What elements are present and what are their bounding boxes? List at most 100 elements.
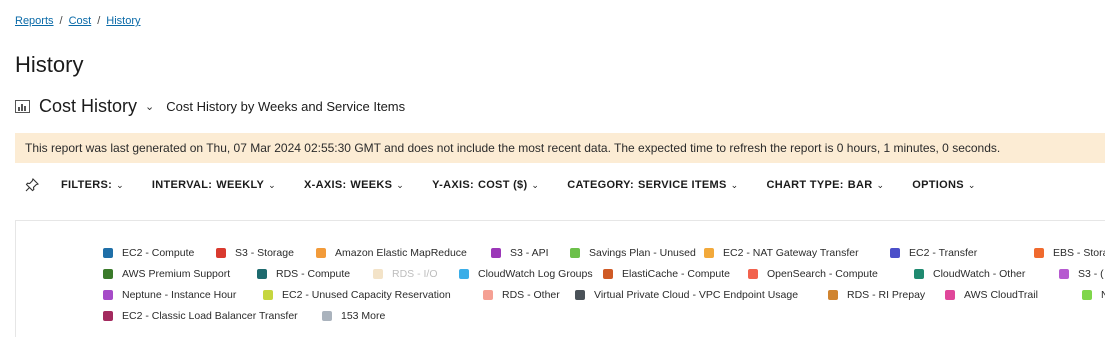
chevron-down-icon: ⌄ <box>268 180 276 190</box>
legend-swatch <box>603 269 613 279</box>
legend-item[interactable]: S3 - ( <box>1059 268 1104 280</box>
breadcrumb-reports-link[interactable]: Reports <box>15 15 54 27</box>
legend-item[interactable]: AWS CloudTrail <box>945 289 1038 301</box>
legend-swatch <box>828 290 838 300</box>
legend-label: Nept <box>1101 289 1105 301</box>
chevron-down-icon: ⌄ <box>730 180 739 190</box>
legend-item[interactable]: EC2 - Transfer <box>890 247 977 259</box>
legend-item[interactable]: CloudWatch - Other <box>914 268 1025 280</box>
page-title: History <box>15 52 84 77</box>
legend-swatch <box>103 248 113 258</box>
legend-swatch <box>1059 269 1069 279</box>
legend-label: RDS - Compute <box>276 268 351 280</box>
legend-swatch <box>914 269 924 279</box>
legend-swatch <box>103 290 113 300</box>
legend-label: RDS - I/O <box>392 268 438 280</box>
legend-swatch <box>216 248 226 258</box>
filter-value: SERVICE ITEMS <box>637 179 727 191</box>
legend-label: S3 - API <box>510 247 549 259</box>
legend-item[interactable]: EC2 - Compute <box>103 247 194 259</box>
bar-chart-icon <box>15 100 30 113</box>
x-axis-dropdown[interactable]: X-AXIS: WEEKS ⌄ <box>304 179 404 191</box>
pin-icon[interactable] <box>25 178 39 192</box>
chart-type-dropdown[interactable]: CHART TYPE: BAR ⌄ <box>766 179 884 191</box>
legend-label: Neptune - Instance Hour <box>122 289 237 301</box>
breadcrumb-history-link[interactable]: History <box>106 15 140 27</box>
legend-label: EC2 - Unused Capacity Reservation <box>282 289 451 301</box>
legend-swatch <box>748 269 758 279</box>
legend-label: RDS - RI Prepay <box>847 289 926 301</box>
chevron-down-icon: ⌄ <box>116 180 124 190</box>
legend-swatch <box>1034 248 1044 258</box>
legend-label: EBS - Storage <box>1053 247 1105 259</box>
chevron-down-icon[interactable]: ⌄ <box>145 100 154 113</box>
legend-label: S3 - ( <box>1078 268 1104 280</box>
report-name-dropdown[interactable]: Cost History <box>39 96 137 117</box>
filter-label: CHART TYPE: <box>766 179 844 191</box>
breadcrumb-separator: / <box>97 15 101 27</box>
legend-item[interactable]: 153 More <box>322 310 385 322</box>
legend-item[interactable]: ElastiCache - Compute <box>603 268 730 280</box>
legend-swatch <box>322 311 332 321</box>
legend-item[interactable]: Virtual Private Cloud - VPC Endpoint Usa… <box>575 289 798 301</box>
y-axis-dropdown[interactable]: Y-AXIS: COST ($) ⌄ <box>432 179 539 191</box>
legend-item[interactable]: S3 - Storage <box>216 247 294 259</box>
legend-item[interactable]: EC2 - Unused Capacity Reservation <box>263 289 451 301</box>
legend-item[interactable]: CloudWatch Log Groups <box>459 268 593 280</box>
legend-item[interactable]: EC2 - NAT Gateway Transfer <box>704 247 859 259</box>
filter-label: FILTERS: <box>61 179 113 191</box>
legend-item[interactable]: Amazon Elastic MapReduce <box>316 247 467 259</box>
filter-label: Y-AXIS: <box>432 179 474 191</box>
legend-label: EC2 - Classic Load Balancer Transfer <box>122 310 298 322</box>
legend-label: 153 More <box>341 310 386 322</box>
legend-item[interactable]: Nept <box>1082 289 1105 301</box>
filter-label: OPTIONS <box>912 179 964 191</box>
chevron-down-icon: ⌄ <box>396 180 405 190</box>
category-dropdown[interactable]: CATEGORY: SERVICE ITEMS ⌄ <box>567 179 738 191</box>
legend-label: S3 - Storage <box>235 247 294 259</box>
filter-value: WEEKLY <box>216 179 265 191</box>
legend-item[interactable]: EC2 - Classic Load Balancer Transfer <box>103 310 298 322</box>
legend-label: EC2 - Transfer <box>909 247 978 259</box>
legend-swatch <box>316 248 326 258</box>
interval-dropdown[interactable]: INTERVAL: WEEKLY ⌄ <box>152 179 276 191</box>
breadcrumb-separator: / <box>59 15 63 27</box>
legend-item[interactable]: RDS - RI Prepay <box>828 289 925 301</box>
legend-item[interactable]: RDS - Compute <box>257 268 350 280</box>
legend-item[interactable]: AWS Premium Support <box>103 268 230 280</box>
legend-swatch <box>257 269 267 279</box>
legend-swatch <box>890 248 900 258</box>
legend-swatch <box>575 290 585 300</box>
stale-report-banner: This report was last generated on Thu, 0… <box>15 133 1105 163</box>
legend-item[interactable]: RDS - I/O <box>373 268 438 280</box>
legend-item[interactable]: Savings Plan - Unused <box>570 247 696 259</box>
legend-label: OpenSearch - Compute <box>767 268 878 280</box>
breadcrumb-cost-link[interactable]: Cost <box>69 15 92 27</box>
legend-swatch <box>263 290 273 300</box>
filters-dropdown[interactable]: FILTERS: ⌄ <box>61 179 124 191</box>
filter-value: WEEKS <box>350 179 393 191</box>
legend-label: AWS CloudTrail <box>964 289 1038 301</box>
legend-item[interactable]: S3 - API <box>491 247 549 259</box>
legend-item[interactable]: EBS - Storage <box>1034 247 1105 259</box>
legend-swatch <box>103 269 113 279</box>
legend-label: ElastiCache - Compute <box>622 268 730 280</box>
legend-swatch <box>704 248 714 258</box>
legend-item[interactable]: RDS - Other <box>483 289 560 301</box>
legend-item[interactable]: Neptune - Instance Hour <box>103 289 236 301</box>
legend-swatch <box>103 311 113 321</box>
legend-item[interactable]: OpenSearch - Compute <box>748 268 878 280</box>
legend-swatch <box>491 248 501 258</box>
filter-value: COST ($) <box>477 179 528 191</box>
legend-swatch <box>570 248 580 258</box>
legend-label: CloudWatch - Other <box>933 268 1026 280</box>
report-subtitle: Cost History by Weeks and Service Items <box>166 99 406 114</box>
filter-label: X-AXIS: <box>303 179 347 191</box>
chevron-down-icon: ⌄ <box>967 180 976 190</box>
chevron-down-icon: ⌄ <box>876 180 885 190</box>
chart-legend: EC2 - Compute S3 - Storage Amazon Elastic … <box>103 247 1105 332</box>
breadcrumb: Reports / Cost / History <box>15 15 141 27</box>
legend-swatch <box>459 269 469 279</box>
legend-label: CloudWatch Log Groups <box>478 268 593 280</box>
options-dropdown[interactable]: OPTIONS ⌄ <box>912 179 975 191</box>
